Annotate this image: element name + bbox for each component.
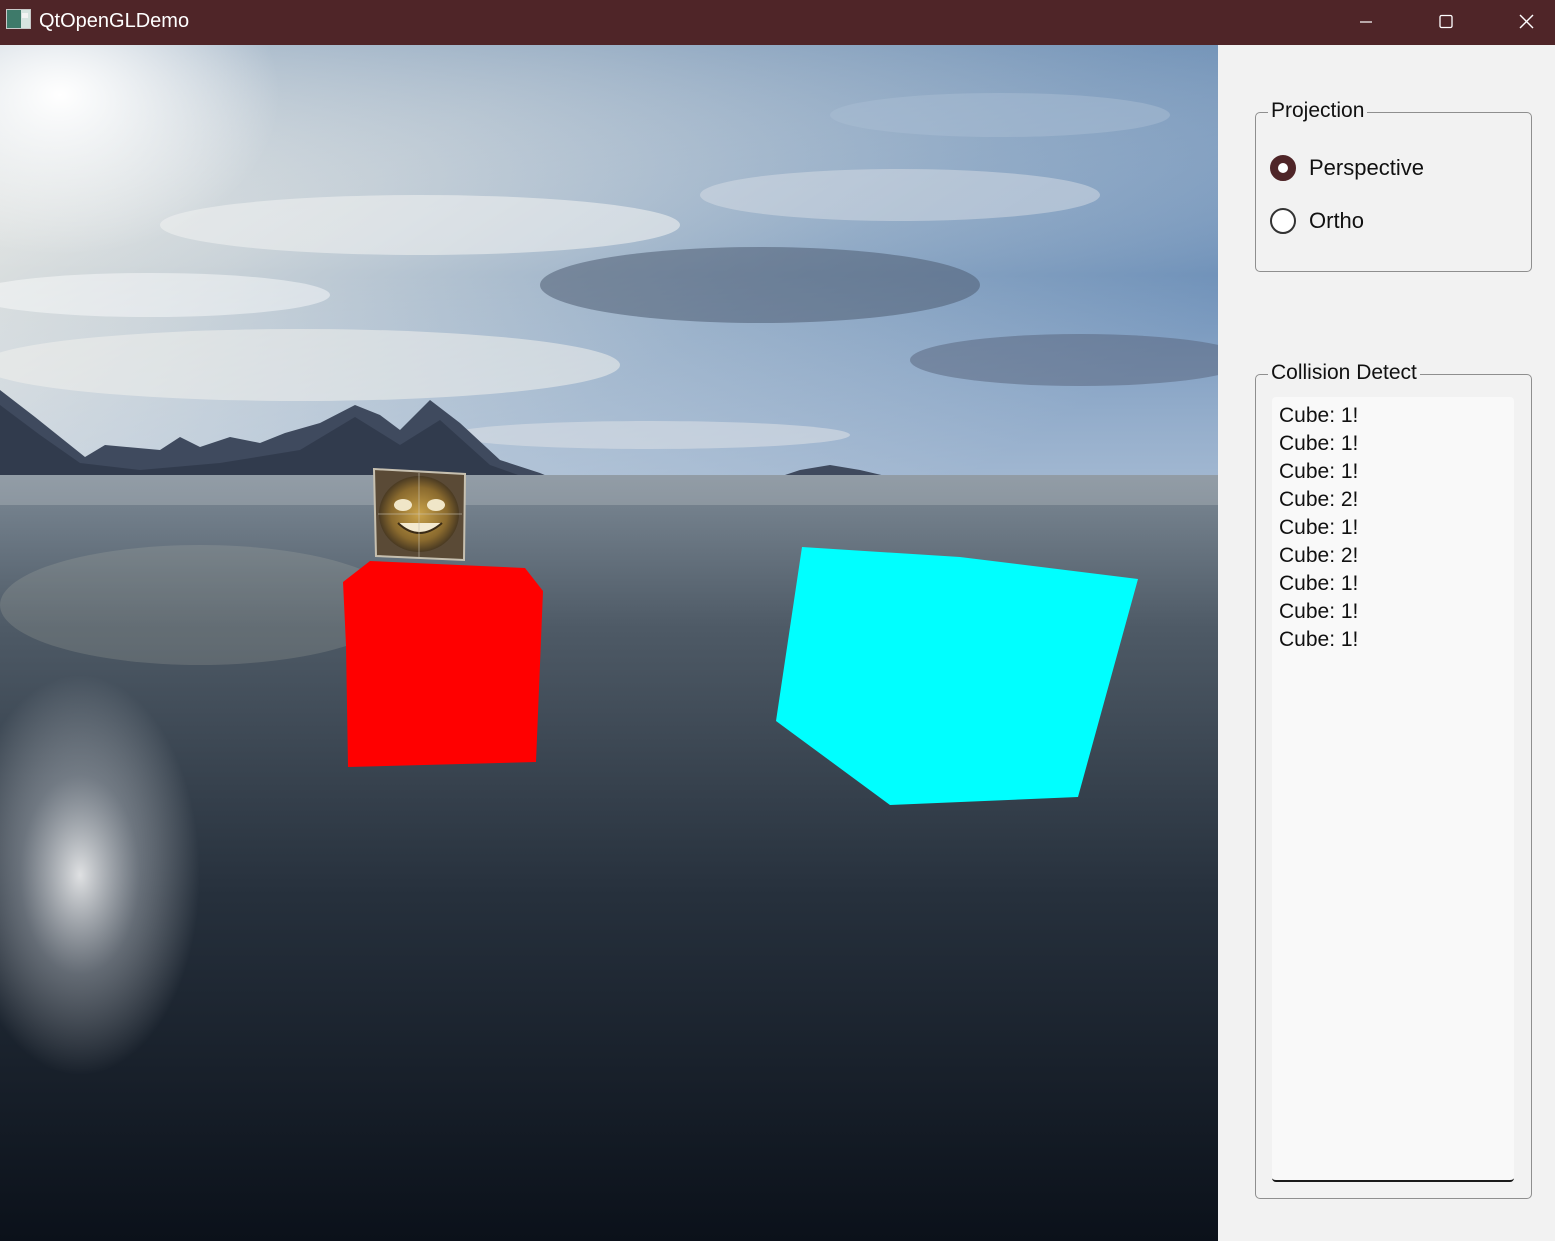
list-item[interactable]: Cube: 1! (1272, 514, 1514, 542)
window-title: QtOpenGLDemo (39, 10, 190, 32)
close-button[interactable] (1486, 0, 1555, 45)
textured-crate[interactable] (372, 467, 467, 562)
opengl-viewport[interactable] (0, 45, 1218, 1241)
maximize-icon (1439, 14, 1453, 29)
projection-group: Projection Perspective Ortho (1255, 98, 1532, 272)
collision-log-list[interactable]: Cube: 1! Cube: 1! Cube: 1! Cube: 2! Cube… (1272, 397, 1514, 1182)
list-item[interactable]: Cube: 1! (1272, 570, 1514, 598)
list-item[interactable]: Cube: 1! (1272, 402, 1514, 430)
side-panel: Projection Perspective Ortho Collision D… (1218, 45, 1555, 1241)
minimize-button[interactable] (1326, 0, 1406, 45)
radio-unchecked-icon (1270, 208, 1296, 234)
app-icon (6, 9, 31, 29)
list-item[interactable]: Cube: 2! (1272, 542, 1514, 570)
list-item[interactable]: Cube: 1! (1272, 430, 1514, 458)
water-glare (0, 545, 400, 665)
collision-group-title: Collision Detect (1268, 360, 1420, 386)
red-cube[interactable] (343, 561, 543, 767)
list-item[interactable]: Cube: 1! (1272, 626, 1514, 654)
radio-perspective-label: Perspective (1309, 155, 1424, 180)
collision-group: Collision Detect Cube: 1! Cube: 1! Cube:… (1255, 360, 1532, 1199)
radio-checked-icon (1270, 155, 1296, 181)
projection-group-title: Projection (1268, 98, 1368, 124)
radio-ortho-label: Ortho (1309, 208, 1365, 233)
list-item[interactable]: Cube: 2! (1272, 486, 1514, 514)
minimize-icon (1360, 21, 1372, 23)
maximize-button[interactable] (1406, 0, 1486, 45)
list-item[interactable]: Cube: 1! (1272, 458, 1514, 486)
list-item[interactable]: Cube: 1! (1272, 598, 1514, 626)
title-bar: QtOpenGLDemo (0, 0, 1555, 45)
horizon-haze (0, 475, 1218, 505)
close-icon (1519, 14, 1534, 29)
